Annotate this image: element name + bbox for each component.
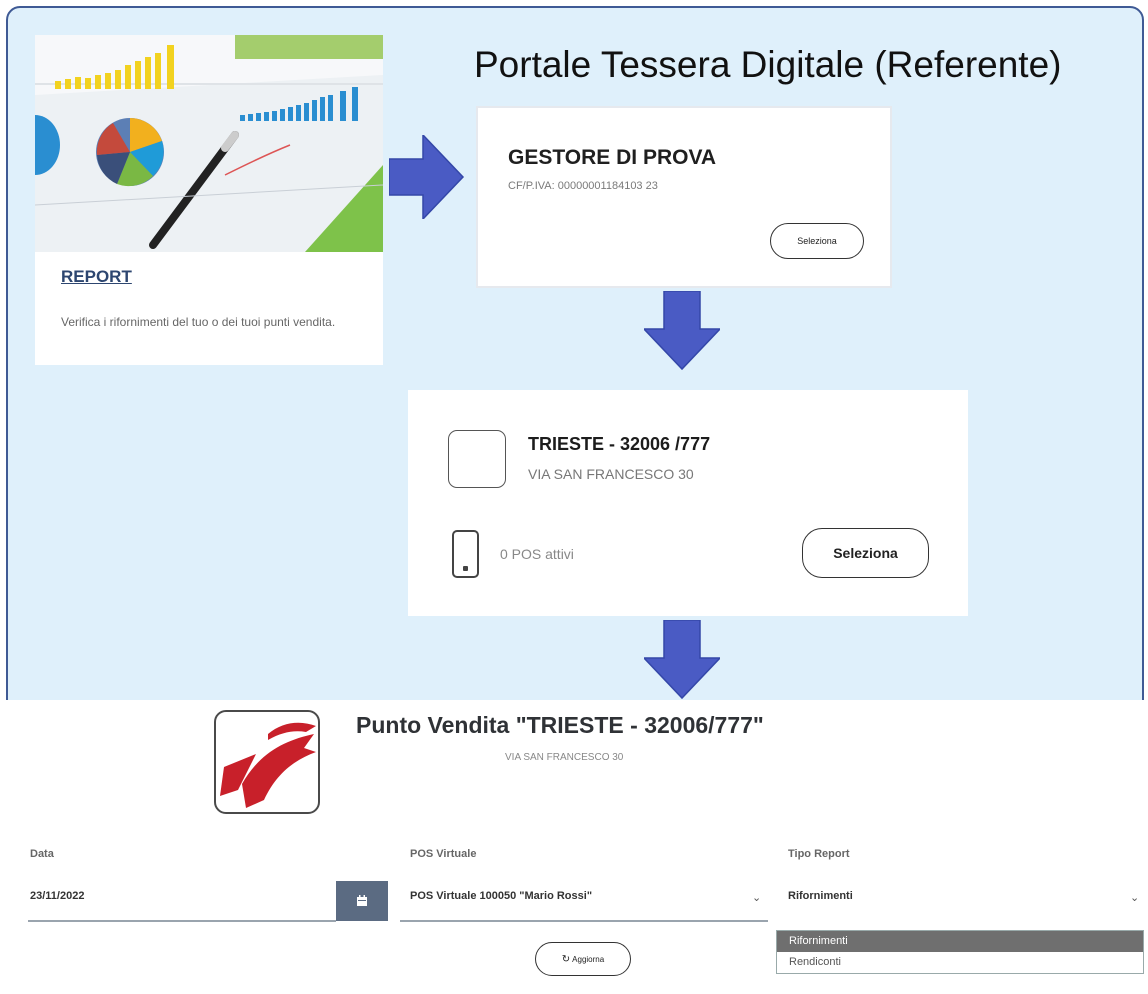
pos-underline <box>400 920 768 922</box>
arrow-down-icon <box>644 620 720 700</box>
report-illustration <box>35 35 383 252</box>
date-label: Data <box>30 848 54 860</box>
punto-vendita-heading-address: VIA SAN FRANCESCO 30 <box>505 752 624 763</box>
calendar-button[interactable] <box>336 881 388 921</box>
page-title: Portale Tessera Digitale (Referente) <box>474 44 1062 85</box>
select-gestore-button[interactable]: Seleziona <box>770 223 864 259</box>
report-card[interactable]: REPORT Verifica i rifornimenti del tuo o… <box>35 35 383 365</box>
report-panel: Punto Vendita "TRIESTE - 32006/777" VIA … <box>0 700 1148 994</box>
punto-vendita-card: TRIESTE - 32006 /777 VIA SAN FRANCESCO 3… <box>408 390 968 616</box>
report-description: Verifica i rifornimenti del tuo o dei tu… <box>61 315 336 329</box>
punto-vendita-logo <box>448 430 506 488</box>
refresh-icon: ↻ <box>561 953 571 965</box>
report-link[interactable]: REPORT <box>61 267 132 287</box>
refresh-button[interactable]: ↻ Aggiorna <box>535 942 631 976</box>
tipo-report-label: Tipo Report <box>788 848 850 860</box>
arrow-down-icon <box>644 291 720 371</box>
refresh-label: Aggiorna <box>572 954 605 964</box>
chevron-down-icon[interactable]: ⌄ <box>1130 891 1139 904</box>
gestore-cf: CF/P.IVA: 00000001184103 23 <box>508 180 658 192</box>
dropdown-option-rifornimenti[interactable]: Rifornimenti <box>777 931 1143 952</box>
chevron-down-icon[interactable]: ⌄ <box>752 891 761 904</box>
calendar-icon <box>357 895 367 906</box>
gestore-card: GESTORE DI PROVA CF/P.IVA: 0000000118410… <box>478 108 890 286</box>
pos-count: 0 POS attivi <box>500 546 574 562</box>
gestore-name: GESTORE DI PROVA <box>508 146 717 169</box>
phone-icon <box>452 530 479 578</box>
tipo-report-select[interactable]: Rifornimenti <box>788 890 853 902</box>
punto-vendita-name: TRIESTE - 32006 /777 <box>528 434 711 454</box>
dropdown-option-rendiconti[interactable]: Rendiconti <box>777 952 1143 973</box>
date-input[interactable]: 23/11/2022 <box>30 890 84 902</box>
punto-vendita-address: VIA SAN FRANCESCO 30 <box>528 466 694 482</box>
date-underline <box>28 920 336 922</box>
tipo-report-dropdown[interactable]: Rifornimenti Rendiconti <box>776 930 1144 974</box>
pos-select[interactable]: POS Virtuale 100050 "Mario Rossi" <box>410 890 592 902</box>
arrow-right-icon <box>389 135 465 219</box>
select-punto-vendita-button[interactable]: Seleziona <box>802 528 929 578</box>
pos-label: POS Virtuale <box>410 848 477 860</box>
punto-vendita-heading: Punto Vendita "TRIESTE - 32006/777" <box>356 712 764 738</box>
brand-logo <box>214 710 320 814</box>
